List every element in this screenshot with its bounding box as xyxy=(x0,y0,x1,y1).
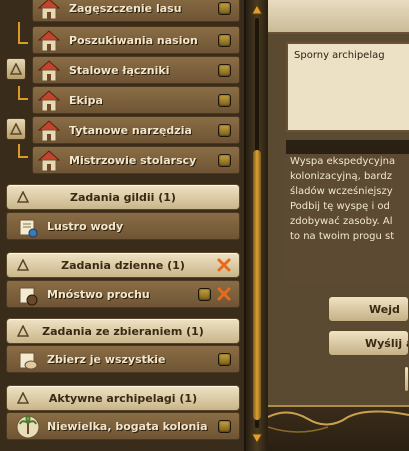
description-line: śladów wcześniejszy xyxy=(290,186,393,197)
quest-list-scrollbar[interactable] xyxy=(248,0,266,451)
send-button-label: Wyślij a xyxy=(365,337,409,350)
quest-checkbox[interactable] xyxy=(218,2,231,15)
quest-row[interactable]: Zbierz je wszystkie xyxy=(6,345,240,373)
house-icon xyxy=(37,30,61,52)
quest-checkbox[interactable] xyxy=(218,353,231,366)
quest-checkbox[interactable] xyxy=(198,288,211,301)
scroll-icon xyxy=(19,219,38,238)
cancel-x-icon[interactable] xyxy=(216,257,232,273)
quest-label: Stalowe łączniki xyxy=(69,64,170,77)
partial-button[interactable] xyxy=(404,366,409,392)
house-icon xyxy=(37,150,61,172)
palm-icon xyxy=(16,415,40,439)
quest-row[interactable]: Mistrzowie stolarscy xyxy=(32,146,240,174)
quest-checkbox[interactable] xyxy=(218,154,231,167)
send-button[interactable]: Wyślij a xyxy=(328,330,409,356)
quest-label: Lustro wody xyxy=(47,220,124,233)
quest-row[interactable]: Poszukiwania nasion xyxy=(32,26,240,54)
triangle-up-icon xyxy=(10,123,22,135)
quest-row[interactable]: Niewielka, bogata kolonia xyxy=(6,412,240,440)
quest-checkbox[interactable] xyxy=(218,64,231,77)
section-header-archipelagos[interactable]: Aktywne archipelagi (1) xyxy=(6,385,240,411)
quest-label: Ekipa xyxy=(69,94,103,107)
section-header-daily[interactable]: Zadania dzienne (1) xyxy=(6,252,240,278)
section-header-gathering[interactable]: Zadania ze zbieraniem (1) xyxy=(6,318,240,344)
tree-branch xyxy=(18,30,28,44)
enter-button-label: Wejd xyxy=(369,303,400,316)
quest-checkbox[interactable] xyxy=(218,420,231,433)
collapse-toggle[interactable] xyxy=(6,118,26,140)
ornament-icon xyxy=(267,410,409,433)
scroll-up-arrow-icon[interactable] xyxy=(251,4,263,16)
section-title: Zadania ze zbieraniem (1) xyxy=(42,325,204,338)
section-title: Aktywne archipelagi (1) xyxy=(48,392,198,405)
quest-row[interactable]: Lustro wody xyxy=(6,212,240,240)
quest-title-box: Sporny archipelag xyxy=(286,42,409,132)
description-line: Podbij tę wyspę i od xyxy=(290,201,390,212)
quest-row[interactable]: Stalowe łączniki xyxy=(32,56,240,84)
scroll-thumb[interactable] xyxy=(253,150,261,420)
hand-icon xyxy=(19,352,38,370)
description-line: kolonizacyjną, bardz xyxy=(290,171,392,182)
quest-row[interactable]: Mnóstwo prochu xyxy=(6,280,240,308)
section-title: Zadania gildii (1) xyxy=(70,191,176,204)
quest-label: Poszukiwania nasion xyxy=(69,34,198,47)
ornament-frame xyxy=(267,405,409,451)
tree-branch xyxy=(18,86,28,100)
detail-header-bar xyxy=(268,0,409,34)
quest-label: Tytanowe narzędzia xyxy=(69,124,192,137)
scroll-down-arrow-icon[interactable] xyxy=(251,432,263,444)
description-line: zdobywać zasoby. Al xyxy=(290,216,393,227)
section-title: Zadania dzienne (1) xyxy=(61,259,185,272)
house-icon xyxy=(37,0,61,20)
quest-checkbox[interactable] xyxy=(218,124,231,137)
house-icon xyxy=(37,120,61,142)
enter-button[interactable]: Wejd xyxy=(328,296,409,322)
description-line: Wyspa ekspedycyjna xyxy=(290,156,396,167)
quest-row[interactable]: Zagęszczenie lasu xyxy=(32,0,240,22)
description-line: to na twoim progu st xyxy=(290,231,395,242)
house-icon xyxy=(37,90,61,112)
quest-description: Wyspa ekspedycyjna kolonizacyjną, bardz … xyxy=(286,154,409,284)
quest-label: Zbierz je wszystkie xyxy=(47,353,166,366)
house-icon xyxy=(37,60,61,82)
quest-detail-panel: Sporny archipelag Wyspa ekspedycyjna kol… xyxy=(267,0,409,451)
quest-row[interactable]: Tytanowe narzędzia xyxy=(32,116,240,144)
quest-checkbox[interactable] xyxy=(218,94,231,107)
quest-label: Mistrzowie stolarscy xyxy=(69,154,197,167)
quest-label: Zagęszczenie lasu xyxy=(69,2,182,15)
powder-horn-icon xyxy=(19,287,38,306)
cancel-x-icon[interactable] xyxy=(216,286,232,302)
tree-branch xyxy=(18,144,28,158)
quest-row[interactable]: Ekipa xyxy=(32,86,240,114)
description-header xyxy=(286,140,409,154)
quest-title: Sporny archipelag xyxy=(294,50,385,61)
quest-label: Niewielka, bogata kolonia xyxy=(47,420,208,433)
quest-list-panel: Zagęszczenie lasu Poszukiwania nasion St… xyxy=(0,0,246,451)
collapse-toggle[interactable] xyxy=(6,58,26,80)
triangle-up-icon xyxy=(10,63,22,75)
section-header-guild[interactable]: Zadania gildii (1) xyxy=(6,184,240,210)
quest-checkbox[interactable] xyxy=(218,34,231,47)
quest-label: Mnóstwo prochu xyxy=(47,288,150,301)
